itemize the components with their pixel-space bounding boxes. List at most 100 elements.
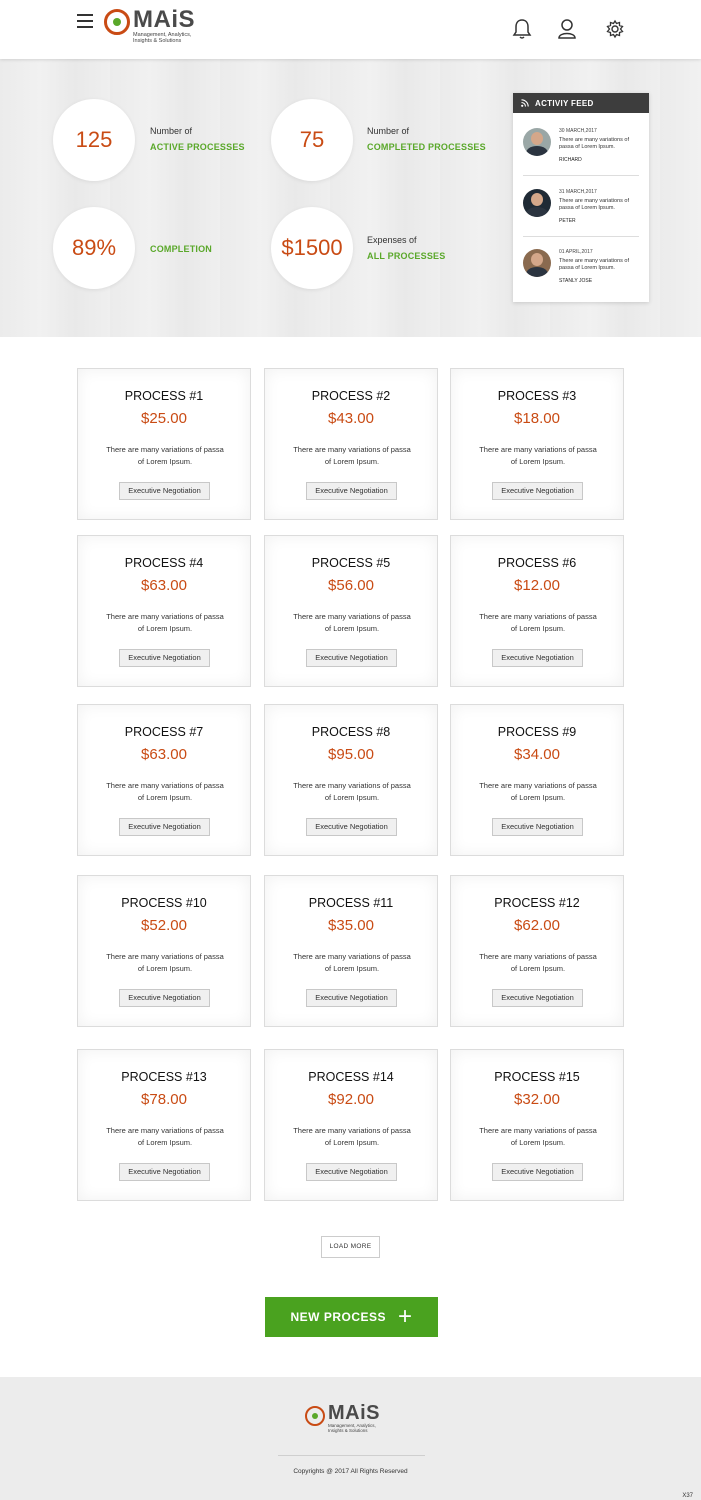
process-price: $43.00 — [328, 410, 374, 427]
process-tag[interactable]: Executive Negotiation — [119, 649, 210, 667]
feed-date: 30 MARCH,2017 — [559, 128, 597, 134]
load-more-button[interactable]: LOAD MORE — [321, 1236, 380, 1258]
gear-icon[interactable] — [605, 18, 625, 40]
process-description: There are many variations of passa of Lo… — [293, 952, 411, 973]
process-card[interactable]: PROCESS #15 $32.00 There are many variat… — [450, 1049, 624, 1201]
footer-logo-name: MAiS — [328, 1402, 380, 1424]
feed-message: There are many variations of passa of Lo… — [559, 198, 630, 211]
feed-name: PETER — [559, 218, 576, 224]
process-tag[interactable]: Executive Negotiation — [492, 1163, 583, 1181]
process-tag[interactable]: Executive Negotiation — [119, 989, 210, 1007]
logo-name: MAiS — [133, 6, 195, 33]
process-card[interactable]: PROCESS #10 $52.00 There are many variat… — [77, 875, 251, 1027]
activity-feed-header: ACTIVIY FEED — [513, 93, 649, 113]
process-tag[interactable]: Executive Negotiation — [306, 649, 397, 667]
process-price: $95.00 — [328, 746, 374, 763]
process-description: There are many variations of passa of Lo… — [479, 612, 597, 633]
process-card[interactable]: PROCESS #12 $62.00 There are many variat… — [450, 875, 624, 1027]
process-card[interactable]: PROCESS #7 $63.00 There are many variati… — [77, 704, 251, 856]
process-description: There are many variations of passa of Lo… — [106, 1126, 224, 1147]
feed-name: RICHARD — [559, 157, 582, 163]
page-footer: MAiS Management, Analytics, Insights & S… — [0, 1377, 701, 1500]
plus-icon: + — [398, 1303, 413, 1330]
process-title: PROCESS #4 — [124, 556, 204, 570]
process-tag[interactable]: Executive Negotiation — [306, 989, 397, 1007]
process-tag[interactable]: Executive Negotiation — [492, 818, 583, 836]
avatar — [523, 249, 551, 277]
process-card[interactable]: PROCESS #1 $25.00 There are many variati… — [77, 368, 251, 520]
footer-logo[interactable]: MAiS Management, Analytics, Insights & S… — [305, 1403, 388, 1433]
process-card[interactable]: PROCESS #4 $63.00 There are many variati… — [77, 535, 251, 687]
footer-logo-tagline: Management, Analytics, Insights & Soluti… — [328, 1423, 376, 1433]
stat-active-label: Number of ACTIVE PROCESSES — [150, 126, 245, 152]
process-price: $52.00 — [141, 917, 187, 934]
logo-tagline: Management, Analytics, Insights & Soluti… — [133, 32, 192, 44]
process-price: $62.00 — [514, 917, 560, 934]
feed-divider — [523, 175, 639, 176]
hamburger-menu-icon[interactable] — [77, 14, 93, 28]
feed-name: STANLY JOSE — [559, 278, 593, 284]
process-tag[interactable]: Executive Negotiation — [306, 482, 397, 500]
process-title: PROCESS #9 — [497, 725, 577, 739]
process-tag[interactable]: Executive Negotiation — [119, 1163, 210, 1181]
activity-feed: ACTIVIY FEED 30 MARCH,2017 There are man… — [513, 93, 649, 302]
feed-item[interactable]: 31 MARCH,2017 There are many variations … — [523, 189, 639, 239]
user-icon[interactable] — [557, 18, 577, 40]
process-title: PROCESS #6 — [497, 556, 577, 570]
process-price: $18.00 — [514, 410, 560, 427]
process-tag[interactable]: Executive Negotiation — [306, 818, 397, 836]
copyright-text: Copyrights @ 2017 All Rights Reserved — [293, 1468, 408, 1475]
process-card[interactable]: PROCESS #3 $18.00 There are many variati… — [450, 368, 624, 520]
process-tag[interactable]: Executive Negotiation — [119, 482, 210, 500]
process-title: PROCESS #1 — [124, 389, 204, 403]
process-title: PROCESS #11 — [308, 896, 394, 910]
process-card[interactable]: PROCESS #2 $43.00 There are many variati… — [264, 368, 438, 520]
process-price: $56.00 — [328, 577, 374, 594]
logo-mark-icon — [104, 9, 130, 35]
process-tag[interactable]: Executive Negotiation — [492, 482, 583, 500]
process-card[interactable]: PROCESS #8 $95.00 There are many variati… — [264, 704, 438, 856]
process-price: $63.00 — [141, 577, 187, 594]
process-price: $63.00 — [141, 746, 187, 763]
process-tag[interactable]: Executive Negotiation — [492, 989, 583, 1007]
process-description: There are many variations of passa of Lo… — [479, 952, 597, 973]
process-tag[interactable]: Executive Negotiation — [306, 1163, 397, 1181]
process-card[interactable]: PROCESS #5 $56.00 There are many variati… — [264, 535, 438, 687]
process-description: There are many variations of passa of Lo… — [293, 612, 411, 633]
activity-feed-title: ACTIVIY FEED — [535, 98, 594, 108]
feed-message: There are many variations of passa of Lo… — [559, 258, 630, 271]
process-price: $78.00 — [141, 1091, 187, 1108]
process-title: PROCESS #5 — [311, 556, 391, 570]
process-card[interactable]: PROCESS #6 $12.00 There are many variati… — [450, 535, 624, 687]
process-description: There are many variations of passa of Lo… — [479, 445, 597, 466]
bell-icon[interactable] — [512, 18, 532, 40]
process-title: PROCESS #14 — [308, 1070, 394, 1084]
new-process-button[interactable]: NEW PROCESS + — [265, 1297, 438, 1337]
process-description: There are many variations of passa of Lo… — [479, 781, 597, 802]
process-description: There are many variations of passa of Lo… — [106, 612, 224, 633]
process-card[interactable]: PROCESS #13 $78.00 There are many variat… — [77, 1049, 251, 1201]
stat-expenses-value: $1500 — [271, 207, 353, 289]
process-description: There are many variations of passa of Lo… — [106, 445, 224, 466]
stat-completion-label: COMPLETION — [150, 244, 212, 254]
version-label: X37 — [682, 1493, 693, 1499]
process-card[interactable]: PROCESS #11 $35.00 There are many variat… — [264, 875, 438, 1027]
stat-active-value: 125 — [53, 99, 135, 181]
feed-item[interactable]: 30 MARCH,2017 There are many variations … — [523, 128, 639, 178]
process-card[interactable]: PROCESS #14 $92.00 There are many variat… — [264, 1049, 438, 1201]
feed-item[interactable]: 01 APRIL,2017 There are many variations … — [523, 249, 639, 299]
process-card[interactable]: PROCESS #9 $34.00 There are many variati… — [450, 704, 624, 856]
avatar — [523, 189, 551, 217]
process-price: $12.00 — [514, 577, 560, 594]
process-description: There are many variations of passa of Lo… — [106, 952, 224, 973]
app-logo[interactable]: MAiS Management, Analytics, Insights & S… — [104, 8, 205, 44]
process-tag[interactable]: Executive Negotiation — [119, 818, 210, 836]
process-description: There are many variations of passa of Lo… — [293, 781, 411, 802]
stat-completed-label: Number of COMPLETED PROCESSES — [367, 126, 486, 152]
process-description: There are many variations of passa of Lo… — [106, 781, 224, 802]
process-title: PROCESS #8 — [311, 725, 391, 739]
process-title: PROCESS #7 — [124, 725, 204, 739]
process-title: PROCESS #2 — [311, 389, 391, 403]
process-tag[interactable]: Executive Negotiation — [492, 649, 583, 667]
feed-date: 31 MARCH,2017 — [559, 189, 597, 195]
